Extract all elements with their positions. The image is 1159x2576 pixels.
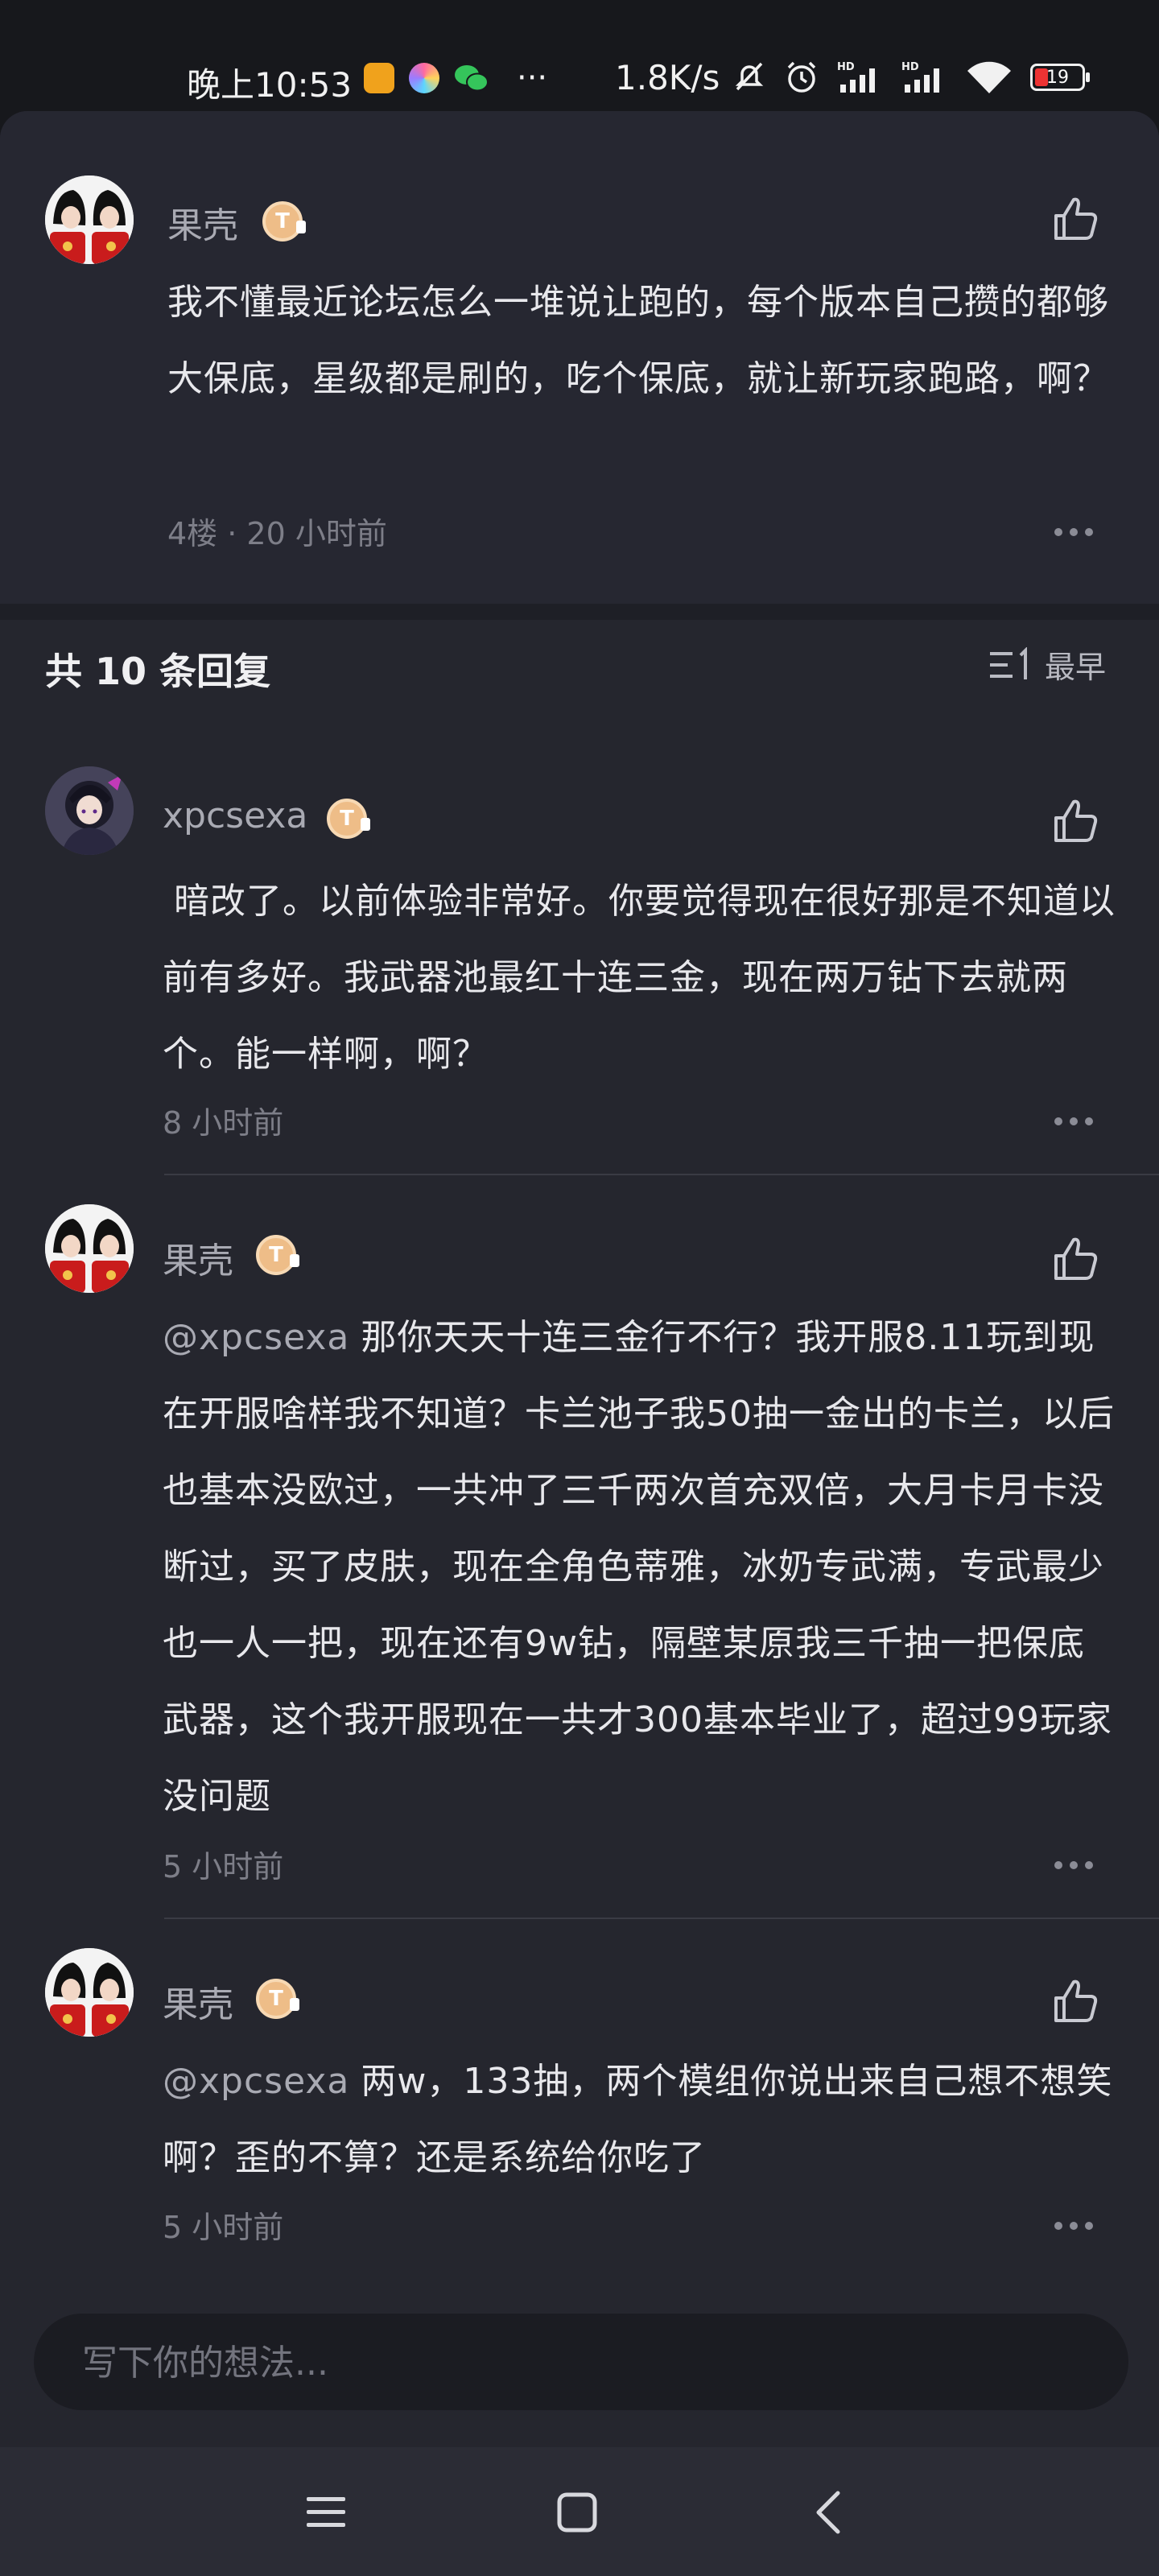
level-badge: T bbox=[256, 1979, 299, 2019]
reply-time: 5 小时前 bbox=[163, 1849, 284, 1885]
comment-input[interactable] bbox=[80, 2314, 1082, 2412]
battery-icon: 19 bbox=[1030, 64, 1090, 91]
battery-level: 19 bbox=[1046, 67, 1069, 88]
avatar[interactable] bbox=[45, 766, 134, 855]
reply-separator bbox=[164, 1918, 1159, 1919]
reply-separator bbox=[164, 1174, 1159, 1175]
level-badge: T bbox=[327, 799, 370, 839]
mute-bell-icon bbox=[735, 62, 764, 91]
username[interactable]: 果壳 bbox=[163, 1232, 233, 1283]
level-badge: T bbox=[262, 201, 306, 242]
reply-body: @xpcsexa 两w，133抽，两个模组你说出来自己想不想笑啊？歪的不算？还是系… bbox=[163, 2043, 1117, 2196]
home-square-icon bbox=[557, 2492, 597, 2533]
more-icon[interactable] bbox=[1054, 1117, 1093, 1127]
more-icon[interactable] bbox=[1054, 1861, 1093, 1871]
replies-count-title: 共 10 条回复 bbox=[45, 650, 271, 693]
more-icon[interactable] bbox=[1054, 528, 1093, 538]
network-speed: 1.8K/s bbox=[615, 58, 720, 97]
level-badge: T bbox=[256, 1235, 299, 1275]
comment-input-bar[interactable] bbox=[34, 2314, 1128, 2412]
avatar[interactable] bbox=[45, 175, 134, 264]
notification-icons: ··· bbox=[364, 60, 547, 97]
system-nav-bar bbox=[0, 2447, 1159, 2576]
username[interactable]: 果壳 bbox=[167, 196, 238, 248]
reply-text: 暗改了。以前体验非常好。你要觉得现在很好那是不知道以前有多好。我武器池最红十连三… bbox=[163, 881, 1116, 1075]
mention[interactable]: @xpcsexa bbox=[163, 2061, 349, 2102]
like-icon[interactable] bbox=[1051, 1977, 1099, 2025]
more-icon[interactable] bbox=[1054, 2222, 1093, 2231]
like-icon[interactable] bbox=[1051, 797, 1099, 845]
post-meta: 4楼 · 20 小时前 bbox=[167, 516, 387, 551]
hd-signal-icon: HD bbox=[837, 61, 875, 93]
more-notifications: ··· bbox=[517, 60, 548, 97]
like-icon[interactable] bbox=[1051, 1235, 1099, 1283]
main-post: 果壳 T 我不懂最近论坛怎么一堆说让跑的，每个版本自己攒的都够大保底，星级都是刷… bbox=[0, 111, 1159, 604]
hd-signal-icon: HD bbox=[901, 61, 939, 93]
reply-time: 8 小时前 bbox=[163, 1105, 284, 1141]
wifi-icon bbox=[967, 61, 1011, 93]
svg-text:HD: HD bbox=[837, 61, 855, 73]
comment-sheet: 果壳 T 我不懂最近论坛怎么一堆说让跑的，每个版本自己攒的都够大保底，星级都是刷… bbox=[0, 111, 1159, 2576]
wechat-icon bbox=[455, 65, 489, 92]
avatar[interactable] bbox=[45, 1204, 134, 1293]
svg-text:HD: HD bbox=[901, 61, 919, 73]
reply-text: 那你天天十连三金行不行？我开服8.11玩到现在开服啥样我不知道？卡兰池子我50抽… bbox=[163, 1317, 1115, 1817]
sort-button[interactable]: 最早 bbox=[988, 642, 1106, 687]
sort-icon bbox=[990, 646, 1027, 679]
status-bar: 晚上10:53 ··· 1.8K/s HD HD 19 bbox=[0, 0, 1159, 113]
back-chevron-icon bbox=[816, 2491, 840, 2534]
app-notification-icon bbox=[364, 63, 394, 93]
menu-nav-button[interactable] bbox=[298, 2484, 354, 2541]
reply-time: 5 小时前 bbox=[163, 2210, 284, 2245]
section-divider bbox=[0, 604, 1159, 620]
status-time: 晚上10:53 bbox=[187, 65, 353, 105]
system-status-icons: HD HD 19 bbox=[732, 60, 1090, 95]
alarm-icon bbox=[787, 61, 816, 93]
username[interactable]: xpcsexa bbox=[163, 795, 307, 836]
reply-body: 暗改了。以前体验非常好。你要觉得现在很好那是不知道以前有多好。我武器池最红十连三… bbox=[163, 863, 1117, 1092]
username[interactable]: 果壳 bbox=[163, 1975, 233, 2027]
back-nav-button[interactable] bbox=[800, 2484, 856, 2541]
avatar[interactable] bbox=[45, 1948, 134, 2037]
post-body: 我不懂最近论坛怎么一堆说让跑的，每个版本自己攒的都够大保底，星级都是刷的，吃个保… bbox=[167, 282, 1109, 399]
menu-icon bbox=[307, 2497, 345, 2527]
home-nav-button[interactable] bbox=[549, 2484, 605, 2541]
sort-label: 最早 bbox=[1045, 650, 1107, 685]
app-notification-icon bbox=[409, 63, 439, 93]
reply-body: @xpcsexa 那你天天十连三金行不行？我开服8.11玩到现在开服啥样我不知道？… bbox=[163, 1299, 1117, 1835]
mention[interactable]: @xpcsexa bbox=[163, 1317, 349, 1358]
like-icon[interactable] bbox=[1051, 195, 1099, 243]
